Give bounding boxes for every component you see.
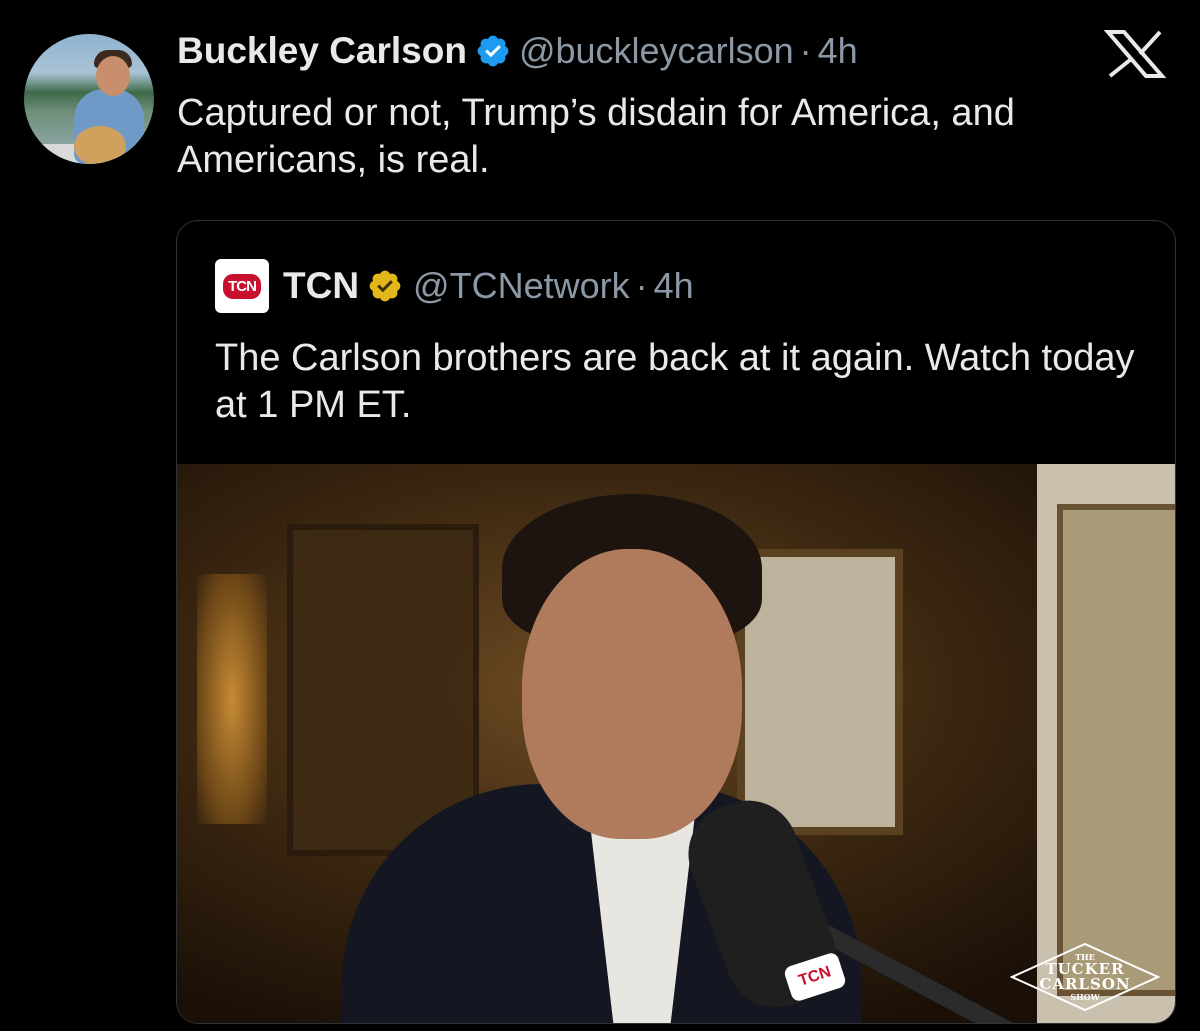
watermark-show: SHOW bbox=[1070, 992, 1100, 1002]
quoted-tweet-text: The Carlson brothers are back at it agai… bbox=[215, 337, 1135, 426]
author-handle[interactable]: @buckleycarlson bbox=[519, 30, 794, 72]
quoted-timestamp[interactable]: 4h bbox=[654, 265, 694, 307]
verified-gold-badge-icon bbox=[369, 270, 401, 302]
quoted-author-handle[interactable]: @TCNetwork bbox=[413, 265, 630, 307]
quoted-tweet-video-thumbnail[interactable]: TCN THE TUCKER CARLSON SHOW bbox=[177, 464, 1175, 1023]
mic-flag-label: TCN bbox=[796, 963, 834, 990]
quoted-author-name[interactable]: TCN bbox=[283, 265, 359, 307]
author-avatar[interactable] bbox=[24, 34, 154, 164]
x-logo-icon bbox=[1103, 30, 1167, 78]
quoted-tweet-header: TCN TCN @TCNetwork · 4h bbox=[215, 259, 694, 313]
quoted-tweet-card[interactable]: TCN TCN @TCNetwork · 4h The Carlson brot… bbox=[176, 220, 1176, 1024]
background-lamp bbox=[197, 574, 267, 824]
tweet: Buckley Carlson @buckleycarlson · 4h Cap… bbox=[0, 0, 1200, 1031]
person-face bbox=[522, 549, 742, 839]
author-name[interactable]: Buckley Carlson bbox=[177, 30, 467, 72]
quoted-author-avatar[interactable]: TCN bbox=[215, 259, 269, 313]
tweet-text: Captured or not, Trump’s disdain for Ame… bbox=[177, 92, 1015, 181]
show-watermark: THE TUCKER CARLSON SHOW bbox=[1010, 942, 1160, 1012]
tcn-logo: TCN bbox=[223, 273, 261, 299]
verified-badge-icon bbox=[477, 35, 509, 67]
avatar-dog bbox=[74, 126, 126, 164]
separator-dot: · bbox=[799, 30, 812, 71]
watermark-line2: CARLSON bbox=[1039, 975, 1131, 993]
tweet-header: Buckley Carlson @buckleycarlson · 4h bbox=[177, 30, 858, 72]
timestamp[interactable]: 4h bbox=[818, 30, 858, 72]
background-map-artwork bbox=[1057, 504, 1175, 996]
quoted-separator-dot: · bbox=[635, 265, 648, 306]
avatar-head bbox=[96, 56, 130, 96]
